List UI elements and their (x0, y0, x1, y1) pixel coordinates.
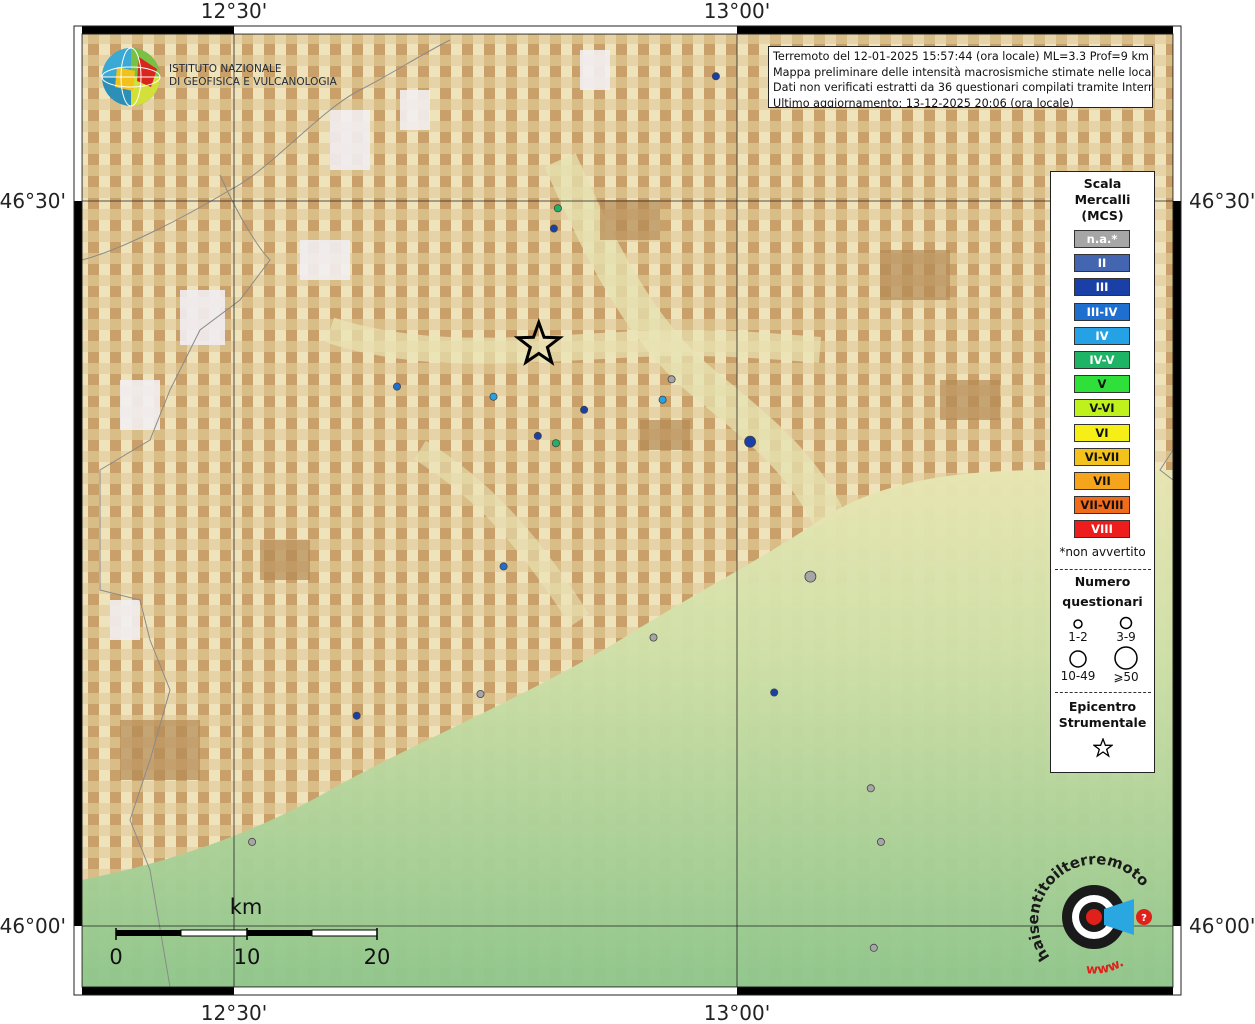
legend-title-line2: Mercalli (1074, 192, 1131, 207)
observation-point (711, 72, 720, 81)
observation-point (392, 382, 401, 391)
legend-title-line3: (MCS) (1081, 208, 1124, 223)
observation-point (551, 439, 560, 448)
observation-point (580, 405, 589, 414)
event-info-line4: Ultimo aggiornamento: 13-12-2025 20:06 (… (773, 96, 1074, 108)
legend-count-3-9: 3-9 (1116, 630, 1136, 644)
scale-label-10: 10 (234, 945, 261, 969)
observation-point (744, 435, 756, 448)
observation-point (248, 837, 257, 846)
observation-point (533, 431, 542, 440)
ingv-logo-line1: ISTITUTO NAZIONALE (169, 63, 282, 75)
legend-class-vii: VII (1074, 472, 1130, 490)
legend-epicenter-title-1: Epicentro (1068, 699, 1137, 714)
event-info-line2: Mappa preliminare delle intensità macros… (773, 65, 1153, 79)
scale-label-0: 0 (109, 945, 122, 969)
legend-class-iii: III (1074, 278, 1130, 297)
right-lat-label-bottom: 46°00' (1189, 914, 1255, 938)
observation-point (476, 690, 485, 699)
bottom-lon-label-left: 12°30' (201, 1001, 267, 1024)
observation-point (804, 570, 817, 583)
legend-count-title-2: questionari (1062, 594, 1143, 609)
legend-count-1-2: 1-2 (1068, 630, 1088, 644)
left-lat-label-top: 46°30' (0, 189, 66, 213)
legend-not-felt: *non avvertito (1059, 545, 1146, 559)
observation-point (770, 688, 779, 697)
legend-class-viii: VIII (1074, 520, 1130, 539)
observation-point (658, 395, 667, 404)
legend-star-icon (1093, 738, 1113, 758)
legend-count-title-1: Numero (1074, 574, 1131, 589)
bottom-lon-label-right: 13°00' (704, 1001, 770, 1024)
left-lat-label-bottom: 46°00' (0, 914, 66, 938)
top-lon-label-right: 13°00' (704, 0, 770, 23)
legend-class-ii: II (1074, 254, 1130, 273)
right-lat-label-top: 46°30' (1189, 189, 1255, 213)
ingv-logo-icon (101, 47, 161, 107)
observation-point (352, 711, 361, 720)
legend-class-iv: IV (1074, 326, 1130, 345)
legend-class-vi: VI (1074, 423, 1130, 442)
legend-title: Scala Mercalli (MCS) (1051, 176, 1154, 224)
legend-class-iii-iv: III-IV (1074, 302, 1130, 321)
legend-title-line1: Scala (1083, 176, 1122, 191)
legend: Scala Mercalli (MCS) n.a.* II III III-IV IV I… (1050, 171, 1155, 773)
legend-divider-2 (1055, 692, 1151, 693)
scale-label-20: 20 (364, 945, 391, 969)
legend-count-10-49: 10-49 (1060, 669, 1096, 683)
observation-point (489, 392, 498, 401)
observation-point (866, 784, 875, 793)
observation-point (499, 562, 508, 571)
event-info-line1: Terremoto del 12-01-2025 15:57:44 (ora l… (773, 50, 1149, 63)
legend-class-vii-viii: VII-VIII (1074, 496, 1130, 515)
legend-class-v-vi: V-VI (1074, 399, 1130, 418)
observation-point (667, 375, 676, 384)
scale-unit-label: km (230, 895, 263, 919)
legend-epicenter-title-2: Strumentale (1058, 715, 1147, 730)
legend-class-n-a-: n.a.* (1074, 230, 1130, 248)
legend-class-iv-v: IV-V (1074, 351, 1130, 369)
legend-count-50-plus: ⩾50 (1113, 670, 1139, 684)
observation-point (553, 204, 562, 213)
svg-text:?: ? (1141, 913, 1147, 924)
observation-point (876, 837, 885, 846)
ingv-logo-line2: DI GEOFISICA E VULCANOLOGIA (169, 76, 337, 88)
event-info-line3: Dati non verificati estratti da 36 quest… (773, 81, 1153, 94)
observation-point (649, 633, 658, 642)
legend-class-v: V (1074, 375, 1130, 394)
observation-point (549, 224, 558, 233)
ingv-logo-text: ISTITUTO NAZIONALE DI GEOFISICA E VULCAN… (169, 63, 337, 89)
observation-point (869, 943, 878, 952)
terrain-base (82, 34, 1173, 987)
legend-class-vi-vii: VI-VII (1074, 447, 1130, 466)
event-info-box: Terremoto del 12-01-2025 15:57:44 (ora l… (768, 46, 1153, 108)
legend-divider (1055, 569, 1151, 570)
top-lon-label-left: 12°30' (201, 0, 267, 23)
